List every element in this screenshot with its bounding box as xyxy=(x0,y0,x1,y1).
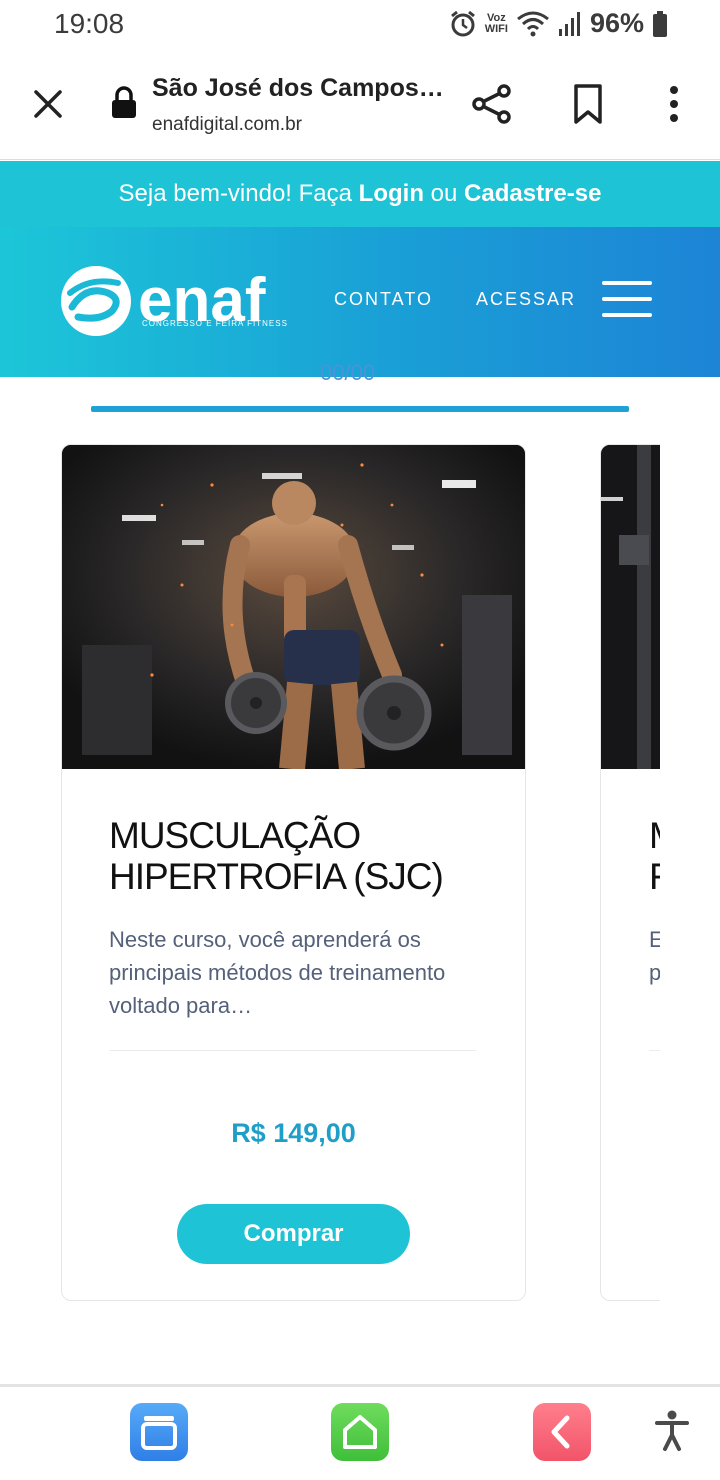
course-description: Neste curso, você aprenderá os principai… xyxy=(109,927,446,1018)
status-bar: 19:08 Voz WIFI 96% xyxy=(0,0,720,50)
status-time: 19:08 xyxy=(54,8,125,39)
gym-photo-illustration xyxy=(62,445,525,769)
page-title[interactable]: São José dos Campos… xyxy=(152,74,442,103)
nav-contato[interactable]: CONTATO xyxy=(334,289,433,310)
recents-icon[interactable] xyxy=(130,1403,188,1461)
battery-icon xyxy=(653,10,667,37)
home-icon[interactable] xyxy=(331,1403,389,1461)
alarm-icon xyxy=(450,10,475,36)
carousel-peek-text: 00/00 xyxy=(320,360,376,382)
browser-toolbar: São José dos Campos… enafdigital.com.br xyxy=(0,50,720,160)
battery-percent: 96% xyxy=(589,8,644,38)
signal-icon xyxy=(558,11,580,36)
welcome-or: ou xyxy=(430,180,458,207)
course-description-partial-2: p xyxy=(649,956,660,989)
course-image-partial xyxy=(601,445,660,769)
welcome-bar: Seja bem-vindo! Faça Login ou Cadastre-s… xyxy=(0,161,720,227)
wifi-icon xyxy=(517,11,549,36)
buy-button[interactable]: Comprar xyxy=(177,1204,410,1264)
bookmark-icon[interactable] xyxy=(568,82,608,126)
course-image xyxy=(62,445,525,769)
hamburger-line xyxy=(602,281,652,285)
accessibility-icon[interactable] xyxy=(652,1409,692,1453)
wifi-calling-icon: Voz WIFI xyxy=(484,11,508,35)
hamburger-menu-icon[interactable] xyxy=(602,281,652,321)
voz-label: Voz xyxy=(486,11,506,24)
share-icon[interactable] xyxy=(470,82,514,126)
enaf-logo[interactable]: enaf xyxy=(60,263,290,343)
url-domain[interactable]: enafdigital.com.br xyxy=(152,114,302,136)
wifi-label: WIFI xyxy=(484,22,508,35)
more-vert-icon[interactable] xyxy=(656,82,692,126)
course-title-partial-2: F xyxy=(649,856,660,897)
course-card[interactable]: MUSCULAÇÃO HIPERTROFIA (SJC) Neste curso… xyxy=(61,444,526,1301)
close-icon[interactable] xyxy=(26,82,70,126)
course-price: R$ 149,00 xyxy=(231,1118,356,1148)
login-link[interactable]: Login xyxy=(359,180,424,208)
course-title-partial: M xyxy=(649,815,660,856)
system-nav-bar xyxy=(0,1384,720,1480)
nav-acessar[interactable]: ACESSAR xyxy=(476,289,576,310)
site-header: enaf CONGRESSO E FEIRA FITNESS CONTATO A… xyxy=(0,227,720,377)
card-divider xyxy=(109,1050,476,1051)
lock-icon xyxy=(112,86,136,118)
logo-subtitle: CONGRESSO E FEIRA FITNESS xyxy=(142,319,288,328)
card-divider-partial xyxy=(649,1050,660,1051)
welcome-text: Seja bem-vindo! Faça xyxy=(118,180,352,207)
signup-link[interactable]: Cadastre-se xyxy=(464,180,601,208)
hamburger-line xyxy=(602,313,652,317)
course-title[interactable]: MUSCULAÇÃO HIPERTROFIA (SJC) xyxy=(109,815,509,897)
back-icon[interactable] xyxy=(533,1403,591,1461)
course-description-partial: E xyxy=(649,923,660,956)
course-card-partial[interactable]: M F E p xyxy=(600,444,660,1301)
carousel-progress-bar xyxy=(91,406,629,412)
hamburger-line xyxy=(602,297,652,301)
status-icons: Voz WIFI 96% xyxy=(449,8,668,39)
